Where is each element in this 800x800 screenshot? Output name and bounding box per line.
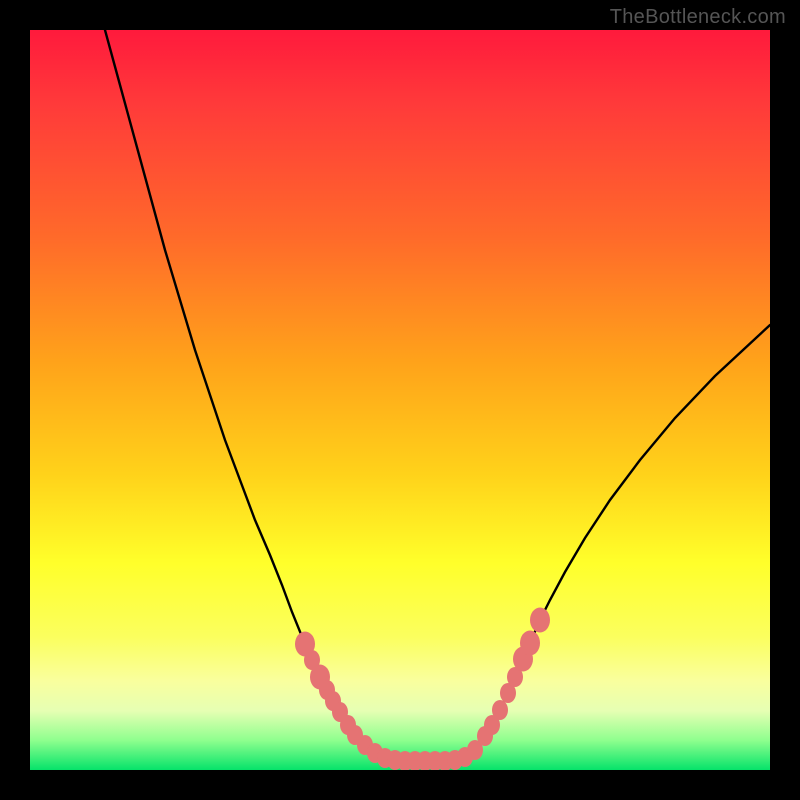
curve-layer bbox=[30, 30, 770, 770]
chart-frame: TheBottleneck.com bbox=[0, 0, 800, 800]
curve-left-curve bbox=[105, 30, 380, 757]
sample-markers bbox=[295, 608, 550, 771]
marker-dot bbox=[530, 608, 550, 633]
attribution-label: TheBottleneck.com bbox=[610, 6, 786, 29]
marker-dot bbox=[492, 700, 508, 720]
bottleneck-curve bbox=[105, 30, 770, 761]
plot-area bbox=[30, 30, 770, 770]
marker-dot bbox=[520, 631, 540, 656]
